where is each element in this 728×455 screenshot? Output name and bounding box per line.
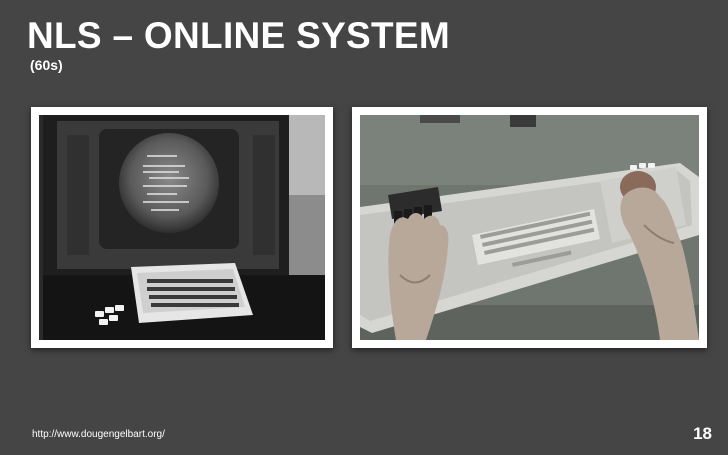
photo-input-devices xyxy=(352,107,707,348)
footer-url: http://www.dougengelbart.org/ xyxy=(32,429,165,440)
slide-number: 18 xyxy=(693,424,712,443)
slide-subtitle: (60s) xyxy=(30,57,63,73)
input-devices-image xyxy=(360,115,699,340)
slide-title: NLS – ONLINE SYSTEM xyxy=(27,15,451,56)
photo-workstation xyxy=(31,107,333,348)
workstation-image xyxy=(39,115,325,340)
